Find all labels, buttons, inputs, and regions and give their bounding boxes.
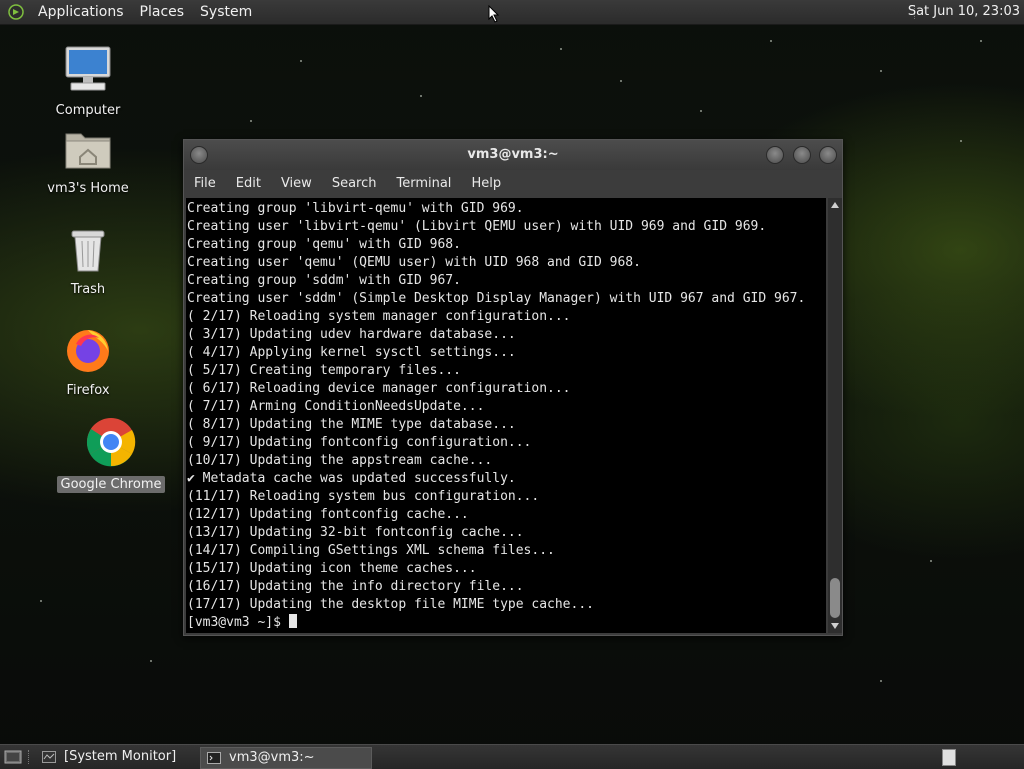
terminal-line: Creating user 'libvirt-qemu' (Libvirt QE…	[187, 219, 767, 234]
desktop-icon-label: vm3's Home	[47, 181, 129, 196]
terminal-line: ( 6/17) Reloading device manager configu…	[187, 381, 571, 396]
terminal-line: Creating user 'sddm' (Simple Desktop Dis…	[187, 291, 806, 306]
computer-icon	[65, 46, 111, 91]
desktop-icon-label: Trash	[70, 282, 106, 297]
scroll-down-icon[interactable]	[831, 623, 839, 629]
desktop-icon-label: Computer	[55, 103, 121, 118]
menu-file[interactable]: File	[184, 170, 226, 198]
menu-view[interactable]: View	[271, 170, 322, 198]
desktop-icon-home[interactable]: vm3's Home	[43, 126, 133, 197]
menu-search[interactable]: Search	[322, 170, 387, 198]
top-panel: Applications Places System Sat Jun 10, 2…	[0, 0, 1024, 25]
terminal-line: Creating group 'qemu' with GID 968.	[187, 237, 461, 252]
minimize-icon[interactable]	[766, 146, 784, 164]
terminal-line: ( 9/17) Updating fontconfig configuratio…	[187, 435, 532, 450]
terminal-line: (16/17) Updating the info directory file…	[187, 579, 524, 594]
terminal-line: (14/17) Compiling GSettings XML schema f…	[187, 543, 555, 558]
trash-icon	[71, 230, 105, 272]
desktop-icon-computer[interactable]: Computer	[48, 44, 128, 119]
show-desktop-icon[interactable]	[4, 749, 22, 765]
title-bar[interactable]: vm3@vm3:~	[184, 140, 842, 170]
terminal-line: ( 2/17) Reloading system manager configu…	[187, 309, 571, 324]
terminal-line: (17/17) Updating the desktop file MIME t…	[187, 597, 594, 612]
terminal-line: ( 5/17) Creating temporary files...	[187, 363, 461, 378]
terminal-line: ( 7/17) Arming ConditionNeedsUpdate...	[187, 399, 485, 414]
task-label: vm3@vm3:~	[229, 750, 315, 765]
menu-terminal[interactable]: Terminal	[386, 170, 461, 198]
menu-help[interactable]: Help	[461, 170, 511, 198]
terminal-line: Creating user 'qemu' (QEMU user) with UI…	[187, 255, 641, 270]
chrome-icon	[86, 418, 136, 467]
terminal-line: (11/17) Reloading system bus configurati…	[187, 489, 540, 504]
desktop-icon-trash[interactable]: Trash	[48, 225, 128, 298]
maximize-icon[interactable]	[793, 146, 811, 164]
applications-menu[interactable]: Applications	[30, 0, 132, 24]
workspace-switcher[interactable]	[942, 749, 956, 766]
desktop-icon-label: Firefox	[66, 383, 110, 398]
terminal-line: Creating group 'sddm' with GID 967.	[187, 273, 461, 288]
places-menu[interactable]: Places	[132, 0, 193, 24]
home-folder-icon	[65, 133, 111, 169]
terminal-line: (10/17) Updating the appstream cache...	[187, 453, 493, 468]
terminal-prompt[interactable]: [vm3@vm3 ~]$	[187, 614, 826, 632]
terminal-line: (15/17) Updating icon theme caches...	[187, 561, 477, 576]
desktop-icon-chrome[interactable]: Google Chrome	[56, 416, 166, 493]
terminal-line: ( 4/17) Applying kernel sysctl settings.…	[187, 345, 516, 360]
terminal-window[interactable]: vm3@vm3:~ File Edit View Search Terminal…	[183, 139, 843, 636]
system-monitor-icon	[42, 751, 56, 763]
prompt-text: [vm3@vm3 ~]$	[187, 615, 289, 630]
clock[interactable]: Sat Jun 10, 23:03	[908, 0, 1020, 24]
firefox-icon	[67, 330, 109, 372]
terminal-line: (12/17) Updating fontconfig cache...	[187, 507, 469, 522]
terminal-text: Creating group 'libvirt-qemu' with GID 9…	[186, 198, 826, 632]
task-terminal[interactable]: vm3@vm3:~	[200, 747, 372, 769]
terminal-line: (13/17) Updating 32-bit fontconfig cache…	[187, 525, 524, 540]
scroll-thumb[interactable]	[830, 578, 840, 618]
terminal-line: ( 8/17) Updating the MIME type database.…	[187, 417, 516, 432]
terminal-icon	[207, 752, 221, 764]
desktop-icon-firefox[interactable]: Firefox	[48, 324, 128, 399]
terminal-line: Creating group 'libvirt-qemu' with GID 9…	[187, 201, 524, 216]
terminal-line: ( 3/17) Updating udev hardware database.…	[187, 327, 516, 342]
system-menu[interactable]: System	[192, 0, 260, 24]
terminal-menu-bar: File Edit View Search Terminal Help	[184, 170, 842, 198]
terminal-output[interactable]: Creating group 'libvirt-qemu' with GID 9…	[186, 198, 826, 633]
desktop-icon-label: Google Chrome	[56, 476, 166, 493]
panel-separator	[28, 750, 32, 764]
close-icon[interactable]	[819, 146, 837, 164]
distro-logo-icon[interactable]	[8, 4, 24, 20]
bottom-panel: [System Monitor] vm3@vm3:~	[0, 744, 1024, 769]
scroll-up-icon[interactable]	[831, 202, 839, 208]
menu-edit[interactable]: Edit	[226, 170, 271, 198]
task-system-monitor[interactable]: [System Monitor]	[36, 747, 206, 767]
window-title: vm3@vm3:~	[467, 147, 559, 162]
mouse-cursor-icon	[488, 5, 500, 23]
text-cursor	[288, 614, 297, 628]
task-label: [System Monitor]	[64, 749, 177, 764]
terminal-line: ✔ Metadata cache was updated successfull…	[187, 471, 516, 486]
terminal-scrollbar[interactable]	[828, 198, 842, 633]
